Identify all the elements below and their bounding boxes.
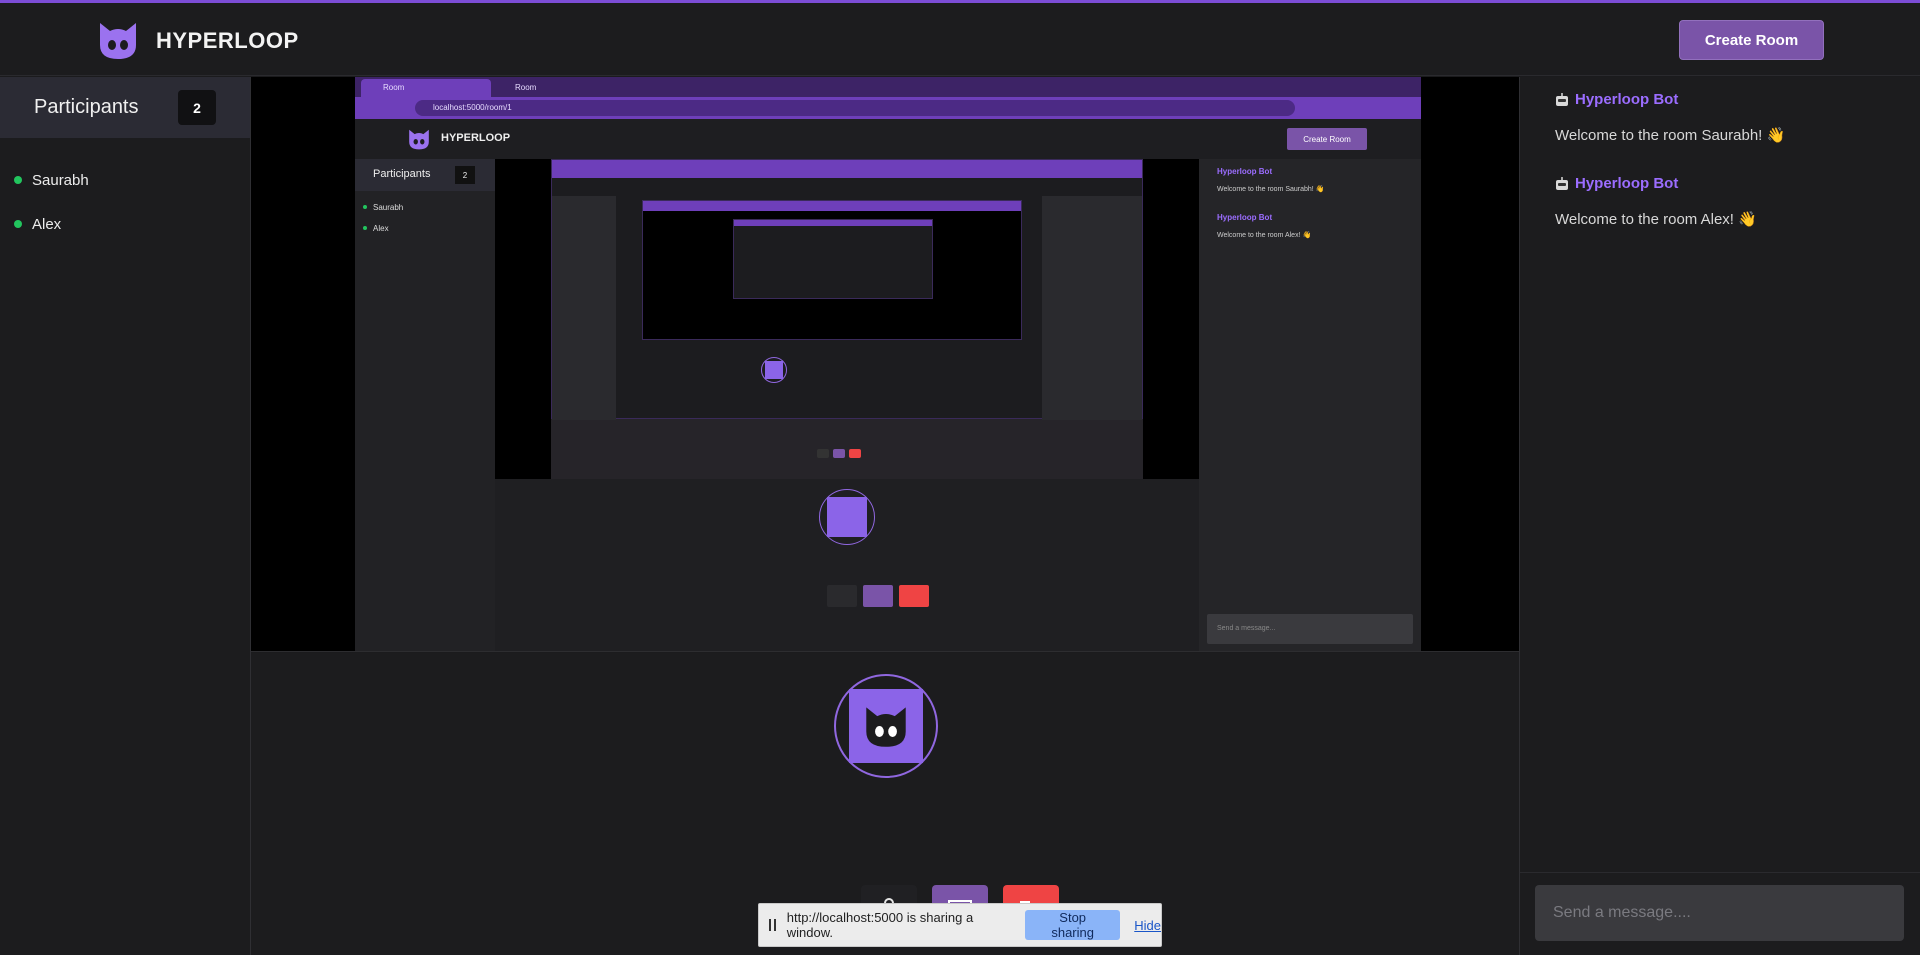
shared-chat-input: Send a message... (1207, 614, 1413, 644)
shared-mic-button (827, 585, 857, 607)
shared-app-header: HYPERLOOP Create Room (355, 119, 1421, 159)
chat-message-text: Welcome to the room Saurabh! 👋 (1555, 127, 1786, 144)
chat-author-name: Hyperloop Bot (1575, 175, 1679, 192)
shared-participant-count: 2 (455, 166, 475, 184)
shared-brand-name: HYPERLOOP (441, 132, 511, 144)
chat-message-input[interactable] (1535, 885, 1904, 941)
shared-chat-panel: Hyperloop Bot Welcome to the room Saurab… (1199, 159, 1421, 651)
pause-icon (769, 919, 779, 931)
participants-sidebar: Participants 2 Saurabh Alex (0, 77, 251, 955)
app-header: HYPERLOOP Create Room (0, 3, 1920, 76)
chat-author: Hyperloop Bot (1555, 175, 1757, 192)
nested-browser-bar (552, 160, 1142, 178)
online-status-icon (14, 176, 22, 184)
shared-screen-button (863, 585, 893, 607)
shared-chat-text: Welcome to the room Saurabh! 👋 (1217, 186, 1325, 193)
logo-icon (409, 129, 429, 150)
browser-tab-bar: Room Room (355, 77, 1421, 97)
shared-window-preview: Room Room localhost:5000/room/1 HYPERLOO… (355, 77, 1421, 651)
share-status-text: http://localhost:5000 is sharing a windo… (786, 910, 974, 940)
create-room-button[interactable]: Create Room (1679, 20, 1824, 60)
chat-panel: Hyperloop Bot Welcome to the room Saurab… (1519, 77, 1920, 955)
shared-avatar (819, 489, 875, 545)
participant-name: Alex (32, 215, 62, 233)
shared-participants-header: Participants 2 (355, 159, 495, 191)
nested-sidebar (552, 196, 616, 420)
shared-participants-title: Participants (373, 168, 431, 180)
robot-icon (1556, 176, 1568, 190)
logo-icon[interactable] (96, 19, 140, 61)
user-avatar (834, 674, 938, 778)
browser-url: localhost:5000/room/1 (415, 100, 1295, 116)
screen-share-stage: Room Room localhost:5000/room/1 HYPERLOO… (251, 77, 1519, 652)
cat-face-icon (866, 707, 906, 747)
shared-create-room-button: Create Room (1287, 128, 1367, 150)
stop-sharing-button[interactable]: Stop sharing (1025, 910, 1121, 940)
shared-lower-stage (495, 479, 1199, 651)
participant-count-badge: 2 (178, 90, 216, 125)
chat-divider (1520, 872, 1920, 873)
chat-message: Hyperloop Bot Welcome to the room Saurab… (1555, 91, 1785, 144)
online-status-icon (14, 220, 22, 228)
browser-address-bar: localhost:5000/room/1 (355, 97, 1421, 119)
participants-title: Participants (34, 96, 139, 118)
shared-chat-author: Hyperloop Bot (1217, 213, 1273, 222)
shared-video-area (495, 159, 1199, 479)
screen-share-notification: http://localhost:5000 is sharing a windo… (758, 903, 1162, 947)
robot-icon (1556, 92, 1568, 106)
nested-leave-button (849, 449, 861, 458)
chat-message-text: Welcome to the room Alex! 👋 (1555, 211, 1757, 228)
nested-share-preview (551, 159, 1143, 479)
nested-browser-bar (734, 220, 932, 226)
participant-name: Saurabh (32, 171, 89, 189)
shared-leave-button (899, 585, 929, 607)
browser-tab: Room (515, 83, 537, 92)
participants-header: Participants 2 (0, 77, 250, 138)
participant-item: Saurabh (0, 158, 250, 202)
chat-author: Hyperloop Bot (1555, 91, 1785, 108)
nested-chat (1042, 196, 1142, 420)
nested-window (551, 159, 1143, 420)
chat-author-name: Hyperloop Bot (1575, 91, 1679, 108)
brand-name[interactable]: HYPERLOOP (156, 28, 299, 54)
participant-list: Saurabh Alex (0, 138, 250, 246)
nested-avatar (761, 357, 787, 383)
browser-tab: Room (361, 79, 491, 97)
shared-chat-text: Welcome to the room Alex! 👋 (1217, 232, 1312, 239)
nested-browser-bar (643, 201, 1021, 211)
nested-window-deep (642, 200, 1022, 340)
hide-share-bar-link[interactable]: Hide (1134, 918, 1161, 933)
shared-chat-author: Hyperloop Bot (1217, 167, 1273, 176)
chat-message: Hyperloop Bot Welcome to the room Alex! … (1555, 175, 1757, 228)
shared-participant-item: Alex (355, 212, 495, 233)
shared-participant-item: Saurabh (355, 191, 495, 212)
nested-window-deeper (733, 219, 933, 299)
participant-item: Alex (0, 202, 250, 246)
nested-screen-button (833, 449, 845, 458)
nested-mic-button (817, 449, 829, 458)
shared-participants-sidebar: Participants 2 Saurabh Alex (355, 159, 495, 651)
